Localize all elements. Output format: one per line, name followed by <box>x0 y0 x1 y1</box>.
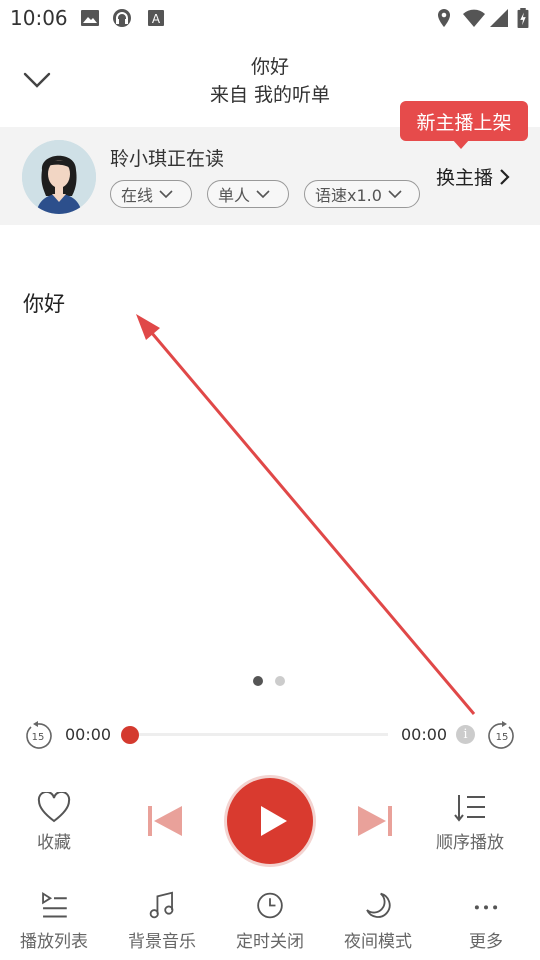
chevron-right-icon <box>500 168 510 185</box>
info-icon[interactable]: i <box>456 725 475 744</box>
nav-label: 夜间模式 <box>344 932 412 952</box>
svg-text:A: A <box>152 12 161 26</box>
page-dot-active <box>253 676 263 686</box>
nav-label: 定时关闭 <box>236 932 304 952</box>
chevron-down-icon <box>256 190 270 199</box>
current-time: 00:00 <box>65 725 112 744</box>
clock-icon <box>257 892 283 919</box>
anchor-portrait-icon <box>22 140 96 214</box>
nav-sleep-timer[interactable]: 定时关闭 <box>220 890 320 952</box>
location-icon <box>438 9 450 27</box>
music-note-icon <box>149 891 174 919</box>
sequence-order-icon <box>454 795 485 822</box>
playlist-icon <box>42 892 67 918</box>
rewind-label: 15 <box>32 732 45 743</box>
forward-15-icon[interactable]: 15 <box>487 721 517 751</box>
mode-dropdown[interactable]: 单人 <box>207 180 289 208</box>
nav-label: 更多 <box>469 932 503 952</box>
chevron-down-icon <box>388 190 402 199</box>
heart-icon <box>37 792 71 823</box>
speed-dropdown[interactable]: 语速x1.0 <box>304 180 420 208</box>
nav-background-music[interactable]: 背景音乐 <box>112 890 212 952</box>
avatar[interactable] <box>22 140 96 214</box>
progress-track[interactable] <box>130 733 388 736</box>
rewind-15-icon[interactable]: 15 <box>23 721 53 751</box>
content-text: 你好 <box>23 292 65 316</box>
next-icon[interactable] <box>356 804 394 838</box>
nav-more[interactable]: 更多 <box>436 890 536 952</box>
font-icon: A <box>148 10 164 26</box>
headset-icon <box>113 9 131 27</box>
new-anchor-badge[interactable]: 新主播上架 <box>400 101 528 141</box>
previous-icon[interactable] <box>146 804 184 838</box>
image-icon <box>81 10 99 26</box>
online-dropdown[interactable]: 在线 <box>110 180 192 208</box>
play-icon <box>261 806 287 836</box>
favorite-label: 收藏 <box>37 833 71 853</box>
play-order-label: 顺序播放 <box>436 833 504 853</box>
page-dot <box>275 676 285 686</box>
signal-icon <box>490 9 508 27</box>
status-time: 10:06 <box>10 6 68 30</box>
chevron-down-icon <box>159 190 173 199</box>
total-time: 00:00 <box>401 725 448 744</box>
chip-label: 单人 <box>218 186 251 205</box>
progress-handle[interactable] <box>121 726 139 744</box>
play-button[interactable] <box>227 778 313 864</box>
nav-night-mode[interactable]: 夜间模式 <box>328 890 428 952</box>
battery-icon <box>517 8 529 28</box>
switch-anchor-label: 换主播 <box>436 167 494 189</box>
page-title: 你好 <box>250 56 289 78</box>
switch-anchor-button[interactable]: 换主播 <box>436 163 511 190</box>
forward-label: 15 <box>496 732 509 743</box>
chip-label: 语速x1.0 <box>315 186 382 205</box>
chip-label: 在线 <box>121 186 154 205</box>
wifi-icon <box>463 9 485 27</box>
moon-icon <box>366 892 391 918</box>
nav-label: 播放列表 <box>20 932 88 952</box>
nav-playlist[interactable]: 播放列表 <box>4 890 104 952</box>
more-icon <box>474 905 498 910</box>
status-bar: 10:06 A <box>0 0 540 36</box>
play-order-button[interactable]: 顺序播放 <box>420 792 520 853</box>
badge-pointer <box>452 139 470 149</box>
reader-name: 聆小琪正在读 <box>110 148 225 170</box>
favorite-button[interactable]: 收藏 <box>4 792 104 853</box>
nav-label: 背景音乐 <box>128 932 196 952</box>
